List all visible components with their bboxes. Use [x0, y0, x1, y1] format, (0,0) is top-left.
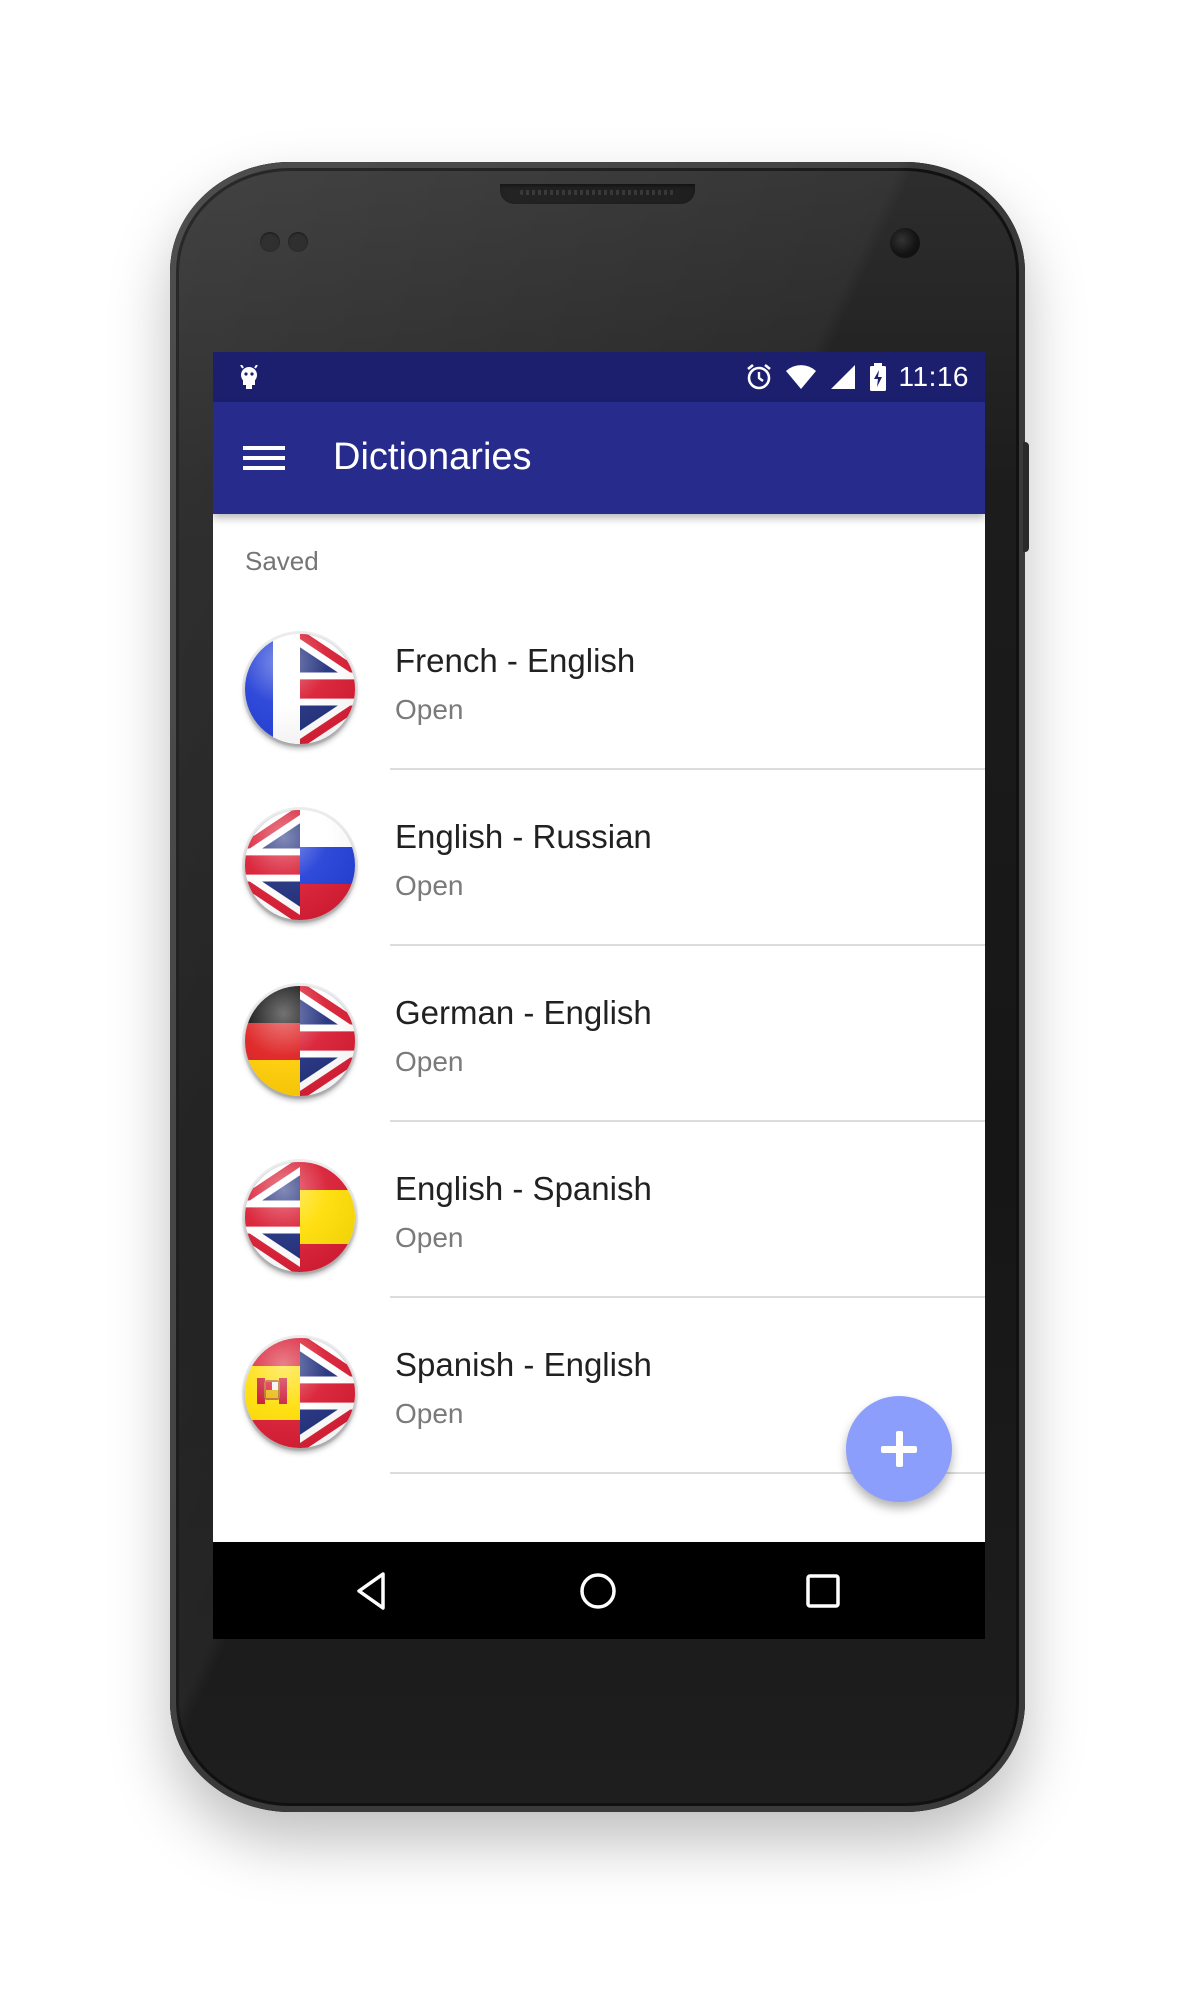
- wifi-icon: [785, 365, 816, 389]
- list-item-subtitle: Open: [395, 694, 464, 725]
- speaker-grille: [500, 184, 695, 204]
- battery-charging-icon: [869, 363, 886, 391]
- list-item-german-english[interactable]: German - English Open: [213, 946, 985, 1122]
- list-item-subtitle: Open: [395, 870, 464, 901]
- list-item-english-spanish[interactable]: English - Spanish Open: [213, 1122, 985, 1298]
- app-screen: 11:16 Dictionaries Saved French - Englis…: [213, 352, 985, 1639]
- signal-icon: [830, 365, 855, 389]
- light-sensor: [288, 232, 308, 252]
- status-icons: 11:16: [745, 352, 970, 402]
- list-item-title: French - English: [395, 642, 636, 679]
- list-item-title: English - Spanish: [395, 1170, 652, 1207]
- list-item-title: English - Russian: [395, 818, 652, 855]
- power-button: [1023, 442, 1029, 552]
- page-title: Dictionaries: [333, 436, 532, 478]
- home-icon[interactable]: [575, 1568, 621, 1614]
- spanish-english-flag-icon: [245, 1338, 355, 1448]
- english-russian-flag-icon: [245, 810, 355, 920]
- navigation-bar: [213, 1542, 985, 1639]
- android-debug-icon: [240, 365, 258, 389]
- list-item-subtitle: Open: [395, 1222, 464, 1253]
- english-spanish-flag-icon: [245, 1162, 355, 1272]
- hamburger-menu-icon[interactable]: [243, 438, 285, 478]
- list-item-title: Spanish - English: [395, 1346, 652, 1383]
- dictionary-list: French - English Open English - Russian …: [213, 594, 985, 1474]
- german-english-flag-icon: [245, 986, 355, 1096]
- section-header-saved: Saved: [245, 546, 319, 576]
- french-english-flag-icon: [245, 634, 355, 744]
- list-item-subtitle: Open: [395, 1046, 464, 1077]
- status-time: 11:16: [898, 361, 969, 392]
- status-bar: 11:16: [213, 352, 985, 402]
- front-camera: [890, 228, 920, 258]
- recents-icon[interactable]: [800, 1568, 846, 1614]
- list-item-french-english[interactable]: French - English Open: [213, 594, 985, 770]
- alarm-icon: [746, 363, 771, 390]
- list-item-subtitle: Open: [395, 1398, 464, 1429]
- back-icon[interactable]: [349, 1568, 395, 1614]
- app-toolbar: Dictionaries: [213, 402, 985, 514]
- list-item-title: German - English: [395, 994, 652, 1031]
- list-item-english-russian[interactable]: English - Russian Open: [213, 770, 985, 946]
- add-dictionary-button[interactable]: [846, 1396, 952, 1502]
- proximity-sensor: [260, 232, 280, 252]
